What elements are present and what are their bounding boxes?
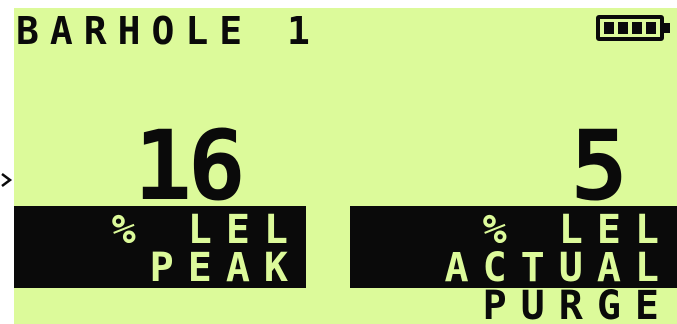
mode-status-label: PURGE: [482, 283, 673, 324]
pointer-arrow-icon: [1, 173, 13, 187]
peak-label: PEAK: [149, 245, 302, 291]
actual-label: ACTUAL: [444, 245, 673, 291]
battery-cell: [604, 22, 614, 34]
battery-cell: [646, 22, 656, 34]
battery-icon: [596, 15, 670, 41]
actual-unit-label: % LEL: [482, 207, 673, 253]
actual-label-block: % LEL ACTUAL: [350, 206, 677, 288]
peak-reading-value: 16: [134, 110, 246, 222]
battery-terminal: [664, 23, 670, 33]
lcd-screen: BARHOLE 1 16 5 % LEL PEAK % LEL ACTUAL P…: [14, 8, 677, 324]
battery-cell: [618, 22, 628, 34]
screen-title: BARHOLE 1: [16, 9, 321, 53]
peak-unit-label: % LEL: [111, 207, 302, 253]
actual-reading-value: 5: [570, 110, 628, 222]
peak-label-block: % LEL PEAK: [14, 206, 306, 288]
battery-cell: [632, 22, 642, 34]
